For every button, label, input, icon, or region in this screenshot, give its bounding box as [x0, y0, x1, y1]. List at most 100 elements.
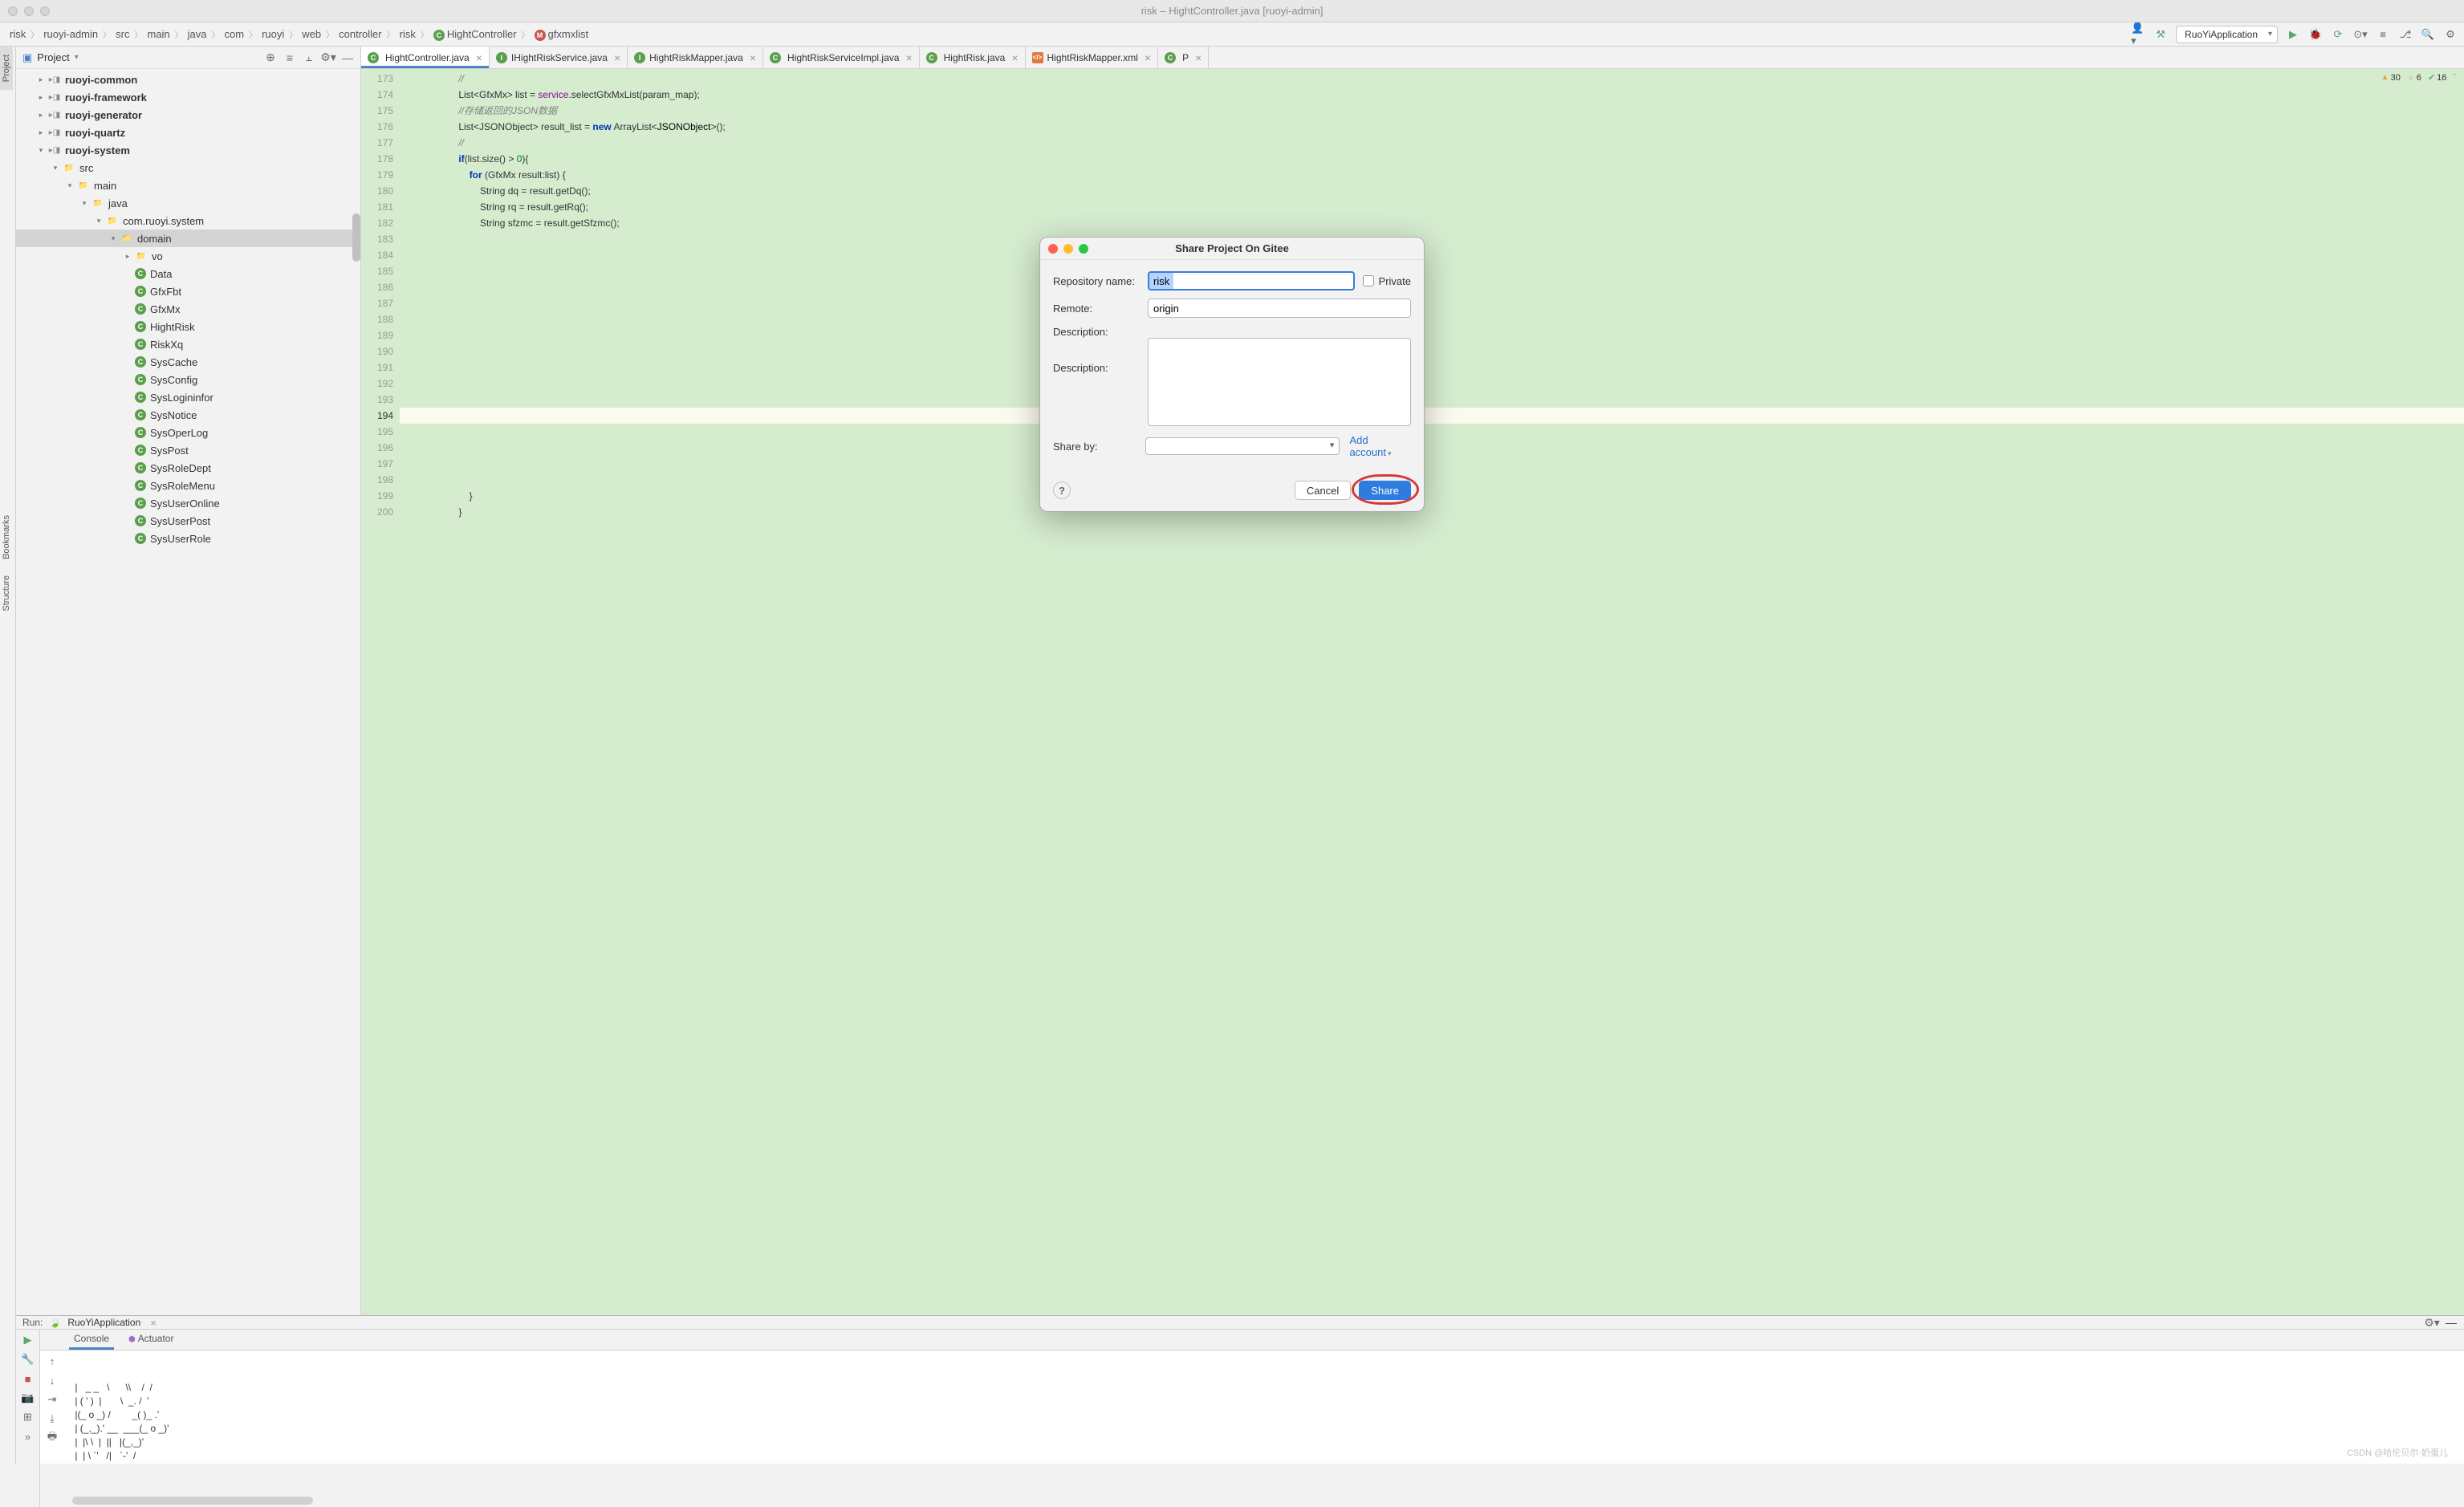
- breadcrumb-item[interactable]: java: [185, 26, 210, 42]
- scrollbar-thumb[interactable]: [352, 213, 360, 262]
- tree-item[interactable]: CSysRoleMenu: [16, 477, 360, 494]
- editor-tab[interactable]: IHightRiskMapper.java×: [628, 47, 763, 68]
- scroll-up-icon[interactable]: ˆ: [2453, 73, 2456, 83]
- tree-item[interactable]: CSysLogininfor: [16, 388, 360, 406]
- collapse-all-icon[interactable]: ⫠: [303, 51, 315, 64]
- close-tab-icon[interactable]: ×: [750, 51, 756, 64]
- down-icon[interactable]: ↓: [45, 1373, 59, 1387]
- breadcrumb-item[interactable]: risk: [396, 26, 419, 42]
- tree-item[interactable]: CGfxMx: [16, 300, 360, 318]
- hide-icon[interactable]: —: [341, 51, 354, 64]
- up-icon[interactable]: ↑: [45, 1354, 59, 1368]
- breadcrumb-item[interactable]: controller: [335, 26, 384, 42]
- more-icon[interactable]: »: [21, 1429, 35, 1444]
- close-tab-icon[interactable]: ×: [1145, 51, 1151, 64]
- expand-all-icon[interactable]: ≡: [283, 51, 296, 64]
- editor-tab[interactable]: CHightController.java×: [361, 47, 490, 68]
- close-dialog-icon[interactable]: [1048, 244, 1058, 254]
- breadcrumb-item[interactable]: CHightController: [430, 26, 520, 43]
- tree-item[interactable]: ▾📁domain: [16, 230, 360, 247]
- cancel-button[interactable]: Cancel: [1295, 481, 1351, 500]
- tree-item[interactable]: CSysUserOnline: [16, 494, 360, 512]
- tree-item[interactable]: CData: [16, 265, 360, 282]
- breadcrumb-item[interactable]: web: [299, 26, 324, 42]
- tree-arrow-icon[interactable]: ▾: [51, 164, 59, 173]
- hide-icon[interactable]: —: [2445, 1316, 2458, 1329]
- tree-arrow-icon[interactable]: ▾: [66, 181, 74, 190]
- breadcrumb-item[interactable]: main: [144, 26, 173, 42]
- tree-item[interactable]: CSysNotice: [16, 406, 360, 424]
- breadcrumb-item[interactable]: ruoyi: [258, 26, 287, 42]
- tree-item[interactable]: CSysUserRole: [16, 530, 360, 547]
- editor-tab[interactable]: IIHightRiskService.java×: [490, 47, 628, 68]
- close-tab-icon[interactable]: ×: [614, 51, 620, 64]
- tree-arrow-icon[interactable]: ▸: [37, 93, 45, 102]
- help-button[interactable]: ?: [1053, 481, 1071, 499]
- share-button[interactable]: Share: [1359, 481, 1411, 500]
- close-tab-icon[interactable]: ×: [1011, 51, 1018, 64]
- build-icon[interactable]: ⚒: [2153, 27, 2168, 42]
- zoom-window-icon[interactable]: [40, 6, 50, 16]
- stop-icon[interactable]: ■: [2376, 27, 2390, 42]
- camera-icon[interactable]: 📷: [21, 1391, 35, 1405]
- tree-arrow-icon[interactable]: ▸: [37, 111, 45, 120]
- tree-item[interactable]: ▾📁main: [16, 177, 360, 194]
- repo-name-input[interactable]: [1148, 271, 1355, 290]
- inspection-indicators[interactable]: 30 6 16 ˆ: [2381, 72, 2456, 83]
- run-subtab[interactable]: Console: [64, 1330, 119, 1350]
- weak-warnings-indicator[interactable]: 6: [2407, 73, 2421, 83]
- layout-icon[interactable]: ⊞: [21, 1410, 35, 1424]
- tree-item[interactable]: ▸📁vo: [16, 247, 360, 265]
- close-tab-icon[interactable]: ×: [905, 51, 912, 64]
- run-config-select[interactable]: RuoYiApplication: [2176, 26, 2278, 43]
- tree-arrow-icon[interactable]: ▾: [37, 146, 45, 155]
- tree-item[interactable]: CHightRisk: [16, 318, 360, 335]
- console-output[interactable]: | _ _ \ \\ / / | ( ' ) | \ _. / ' |(_ o …: [64, 1351, 2464, 1507]
- typos-indicator[interactable]: 16: [2428, 72, 2446, 83]
- code-content[interactable]: // List<GfxMx> list = service.selectGfxM…: [400, 69, 2464, 1315]
- breadcrumb-item[interactable]: risk: [6, 26, 29, 42]
- stop-icon[interactable]: 🔧: [21, 1352, 35, 1367]
- debug-icon[interactable]: 🐞: [2308, 27, 2323, 42]
- chevron-down-icon[interactable]: ▾: [75, 53, 79, 62]
- gutter-tab-bookmarks[interactable]: Bookmarks: [0, 507, 13, 567]
- profile-icon[interactable]: ⊙▾: [2353, 27, 2368, 42]
- gutter-tab-project[interactable]: Project: [0, 47, 13, 90]
- tree-item[interactable]: ▾📁src: [16, 159, 360, 177]
- run-icon[interactable]: ▶: [2286, 27, 2300, 42]
- settings-icon[interactable]: ⚙▾: [2425, 1316, 2438, 1329]
- breadcrumb-item[interactable]: com: [222, 26, 248, 42]
- run-subtab[interactable]: ⬢Actuator: [119, 1330, 183, 1350]
- tree-arrow-icon[interactable]: ▾: [80, 199, 88, 208]
- sidebar-title[interactable]: Project: [37, 51, 69, 63]
- zoom-dialog-icon[interactable]: [1079, 244, 1088, 254]
- tree-item[interactable]: ▸▸◨ruoyi-common: [16, 71, 360, 88]
- share-by-select[interactable]: [1145, 437, 1340, 455]
- close-tab-icon[interactable]: ×: [1195, 51, 1202, 64]
- tree-item[interactable]: CSysCache: [16, 353, 360, 371]
- tree-arrow-icon[interactable]: ▾: [95, 217, 103, 225]
- close-tab-icon[interactable]: ×: [150, 1317, 157, 1329]
- tree-item[interactable]: CSysPost: [16, 441, 360, 459]
- tree-item[interactable]: CSysUserPost: [16, 512, 360, 530]
- tree-item[interactable]: ▾▸◨ruoyi-system: [16, 141, 360, 159]
- tree-item[interactable]: ▸▸◨ruoyi-generator: [16, 106, 360, 124]
- minimize-dialog-icon[interactable]: [1063, 244, 1073, 254]
- wrap-icon[interactable]: ⇥: [45, 1392, 59, 1407]
- tree-arrow-icon[interactable]: ▸: [124, 252, 132, 261]
- tree-item[interactable]: ▸▸◨ruoyi-framework: [16, 88, 360, 106]
- rerun-icon[interactable]: ▶: [21, 1333, 35, 1347]
- editor-tab[interactable]: CHightRisk.java×: [920, 47, 1026, 68]
- editor-tab[interactable]: </>HightRiskMapper.xml×: [1026, 47, 1159, 68]
- search-icon[interactable]: 🔍: [2421, 27, 2435, 42]
- remote-input[interactable]: [1148, 299, 1411, 318]
- tree-arrow-icon[interactable]: ▾: [109, 234, 117, 243]
- print-icon[interactable]: 🖶: [45, 1431, 59, 1445]
- warnings-indicator[interactable]: 30: [2381, 73, 2401, 83]
- project-tree[interactable]: ▸▸◨ruoyi-common▸▸◨ruoyi-framework▸▸◨ruoy…: [16, 69, 360, 1315]
- gutter-tab-structure[interactable]: Structure: [0, 567, 13, 619]
- tree-item[interactable]: ▸▸◨ruoyi-quartz: [16, 124, 360, 141]
- minimize-window-icon[interactable]: [24, 6, 34, 16]
- close-tab-icon[interactable]: ×: [476, 51, 482, 64]
- tree-arrow-icon[interactable]: ▸: [37, 128, 45, 137]
